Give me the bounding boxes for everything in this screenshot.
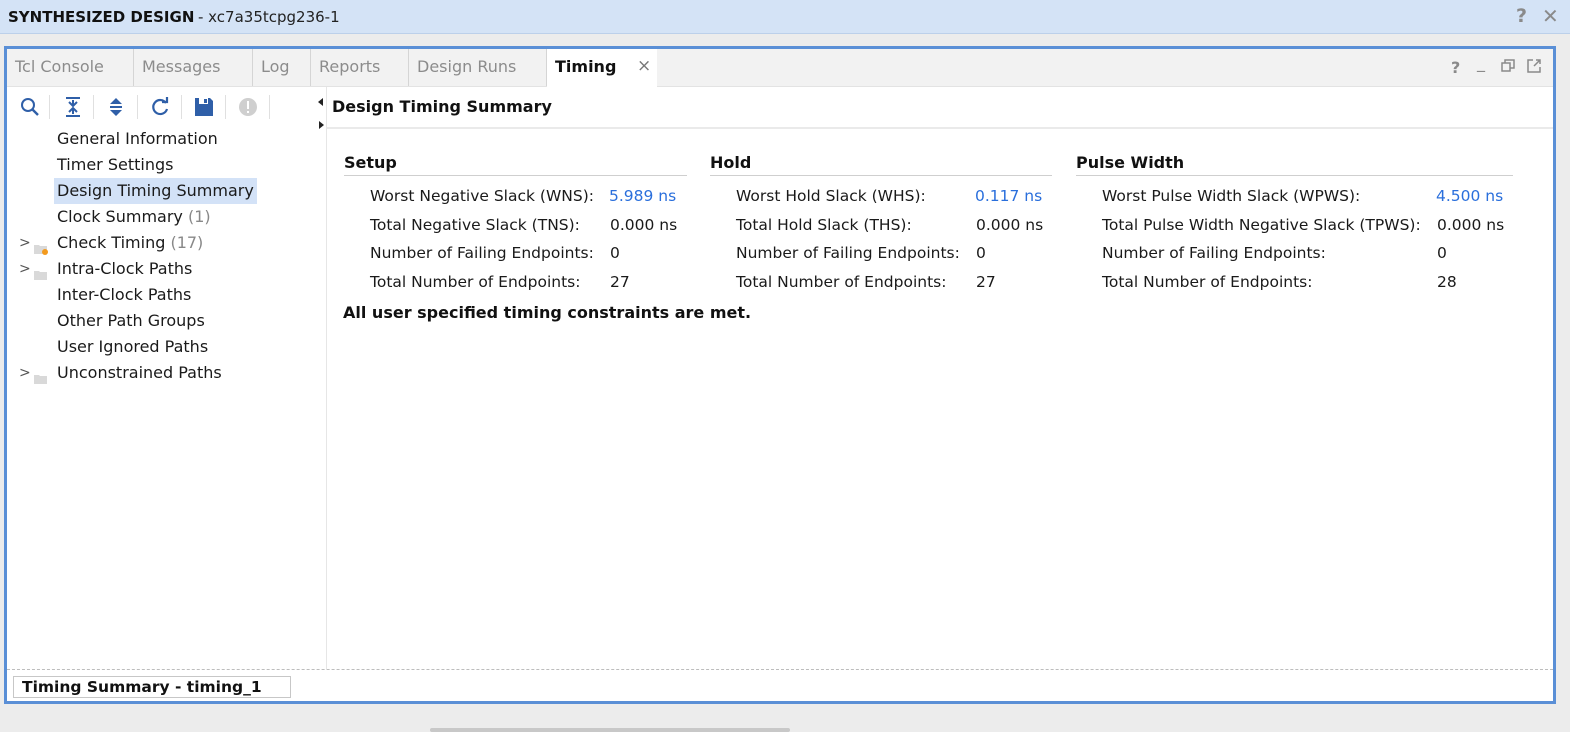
tab-timing-label: Timing (555, 57, 617, 76)
tab-messages[interactable]: Messages (134, 49, 253, 86)
expand-arrow-icon[interactable]: > (19, 360, 31, 386)
tab-reports[interactable]: Reports (311, 49, 409, 86)
whs-label: Worst Hold Slack (WHS): (736, 187, 926, 205)
hold-failing-endpoints-label: Number of Failing Endpoints: (736, 244, 960, 262)
tree-item-label: Design Timing Summary (57, 181, 254, 200)
folder-icon (34, 367, 48, 384)
toolbar-separator (269, 95, 270, 119)
setup-section-title: Setup (344, 153, 397, 172)
tab-bar: Tcl Console Messages Log Reports Design … (7, 49, 1553, 87)
tree-item-label: Clock Summary (57, 207, 183, 226)
tns-label: Total Negative Slack (TNS): (370, 216, 580, 234)
ths-value: 0.000 ns (976, 216, 1044, 234)
hold-section-title: Hold (710, 153, 752, 172)
hold-total-endpoints-label: Total Number of Endpoints: (736, 273, 947, 291)
pulse-width-section-rule (1076, 175, 1513, 176)
tab-close-icon[interactable]: × (637, 49, 651, 84)
title-divider (327, 127, 1553, 129)
bottom-strip (0, 706, 1570, 732)
pulse-failing-endpoints-value: 0 (1437, 244, 1447, 262)
refresh-icon[interactable] (147, 94, 173, 120)
tree-item-user-ignored-paths[interactable]: User Ignored Paths (7, 334, 325, 360)
toolbar-separator (225, 95, 226, 119)
restore-icon[interactable] (1501, 59, 1515, 77)
page-title: Design Timing Summary (332, 97, 552, 116)
tree-item-label: Other Path Groups (57, 311, 205, 330)
ths-label: Total Hold Slack (THS): (736, 216, 912, 234)
timing-tree: General Information Timer Settings Desig… (7, 125, 325, 665)
minimize-icon[interactable]: _ (1477, 53, 1485, 72)
tab-log[interactable]: Log (253, 49, 311, 86)
setup-total-endpoints-value: 27 (610, 273, 630, 291)
float-icon[interactable] (1527, 59, 1541, 77)
expand-arrow-icon[interactable]: > (19, 230, 31, 256)
collapse-all-icon[interactable] (60, 94, 86, 120)
tab-tcl-console[interactable]: Tcl Console (7, 49, 134, 86)
tree-item-label: Unconstrained Paths (57, 363, 222, 382)
setup-total-endpoints-label: Total Number of Endpoints: (370, 273, 581, 291)
toolbar-separator (93, 95, 94, 119)
report-name-field[interactable]: Timing Summary - timing_1 (13, 676, 291, 698)
save-icon[interactable] (191, 94, 217, 120)
wns-value-link[interactable]: 5.989 ns (609, 187, 676, 205)
folder-icon (34, 263, 48, 280)
tree-item-count: (17) (170, 233, 204, 252)
pulse-width-section-title: Pulse Width (1076, 153, 1185, 172)
tree-item-clock-summary[interactable]: Clock Summary (1) (7, 204, 325, 230)
tree-item-design-timing-summary[interactable]: Design Timing Summary (7, 178, 325, 204)
footer-divider (7, 669, 1553, 670)
tree-item-timer-settings[interactable]: Timer Settings (7, 152, 325, 178)
tree-item-label: User Ignored Paths (57, 337, 209, 356)
setup-failing-endpoints-label: Number of Failing Endpoints: (370, 244, 594, 262)
tree-item-label: Intra-Clock Paths (57, 259, 193, 278)
toolbar-separator (49, 95, 50, 119)
window-titlebar: SYNTHESIZED DESIGN - xc7a35tcpg236-1 ? ✕ (0, 0, 1570, 34)
tpws-label: Total Pulse Width Negative Slack (TPWS): (1102, 216, 1421, 234)
info-icon[interactable] (235, 94, 261, 120)
tree-item-check-timing[interactable]: > Check Timing (17) (7, 230, 325, 256)
timing-summary-content: Design Timing Summary Setup Worst Negati… (327, 87, 1553, 667)
horizontal-scrollbar[interactable] (430, 728, 790, 732)
search-icon[interactable] (17, 94, 43, 120)
hold-failing-endpoints-value: 0 (976, 244, 986, 262)
pulse-total-endpoints-label: Total Number of Endpoints: (1102, 273, 1313, 291)
tree-item-unconstrained-paths[interactable]: > Unconstrained Paths (7, 360, 325, 386)
expand-all-icon[interactable] (103, 94, 129, 120)
toolbar-separator (137, 95, 138, 119)
expand-arrow-icon[interactable]: > (19, 256, 31, 282)
close-icon[interactable]: ✕ (1542, 4, 1559, 28)
wpws-value-link[interactable]: 4.500 ns (1436, 187, 1503, 205)
tree-item-general-information[interactable]: General Information (7, 126, 325, 152)
tree-item-label: Check Timing (57, 233, 166, 252)
window-title: SYNTHESIZED DESIGN (8, 8, 195, 26)
folder-warning-icon (34, 237, 48, 255)
window-subtitle: - xc7a35tcpg236-1 (198, 8, 340, 26)
hold-total-endpoints-value: 27 (976, 273, 996, 291)
wns-label: Worst Negative Slack (WNS): (370, 187, 594, 205)
hold-section-rule (710, 175, 1052, 176)
tab-design-runs[interactable]: Design Runs (409, 49, 547, 86)
tab-timing[interactable]: Timing × (547, 49, 657, 87)
tree-item-intra-clock-paths[interactable]: > Intra-Clock Paths (7, 256, 325, 282)
tree-toolbar (7, 87, 325, 125)
pulse-total-endpoints-value: 28 (1437, 273, 1457, 291)
tree-item-count: (1) (187, 207, 211, 226)
tree-item-label: Inter-Clock Paths (57, 285, 192, 304)
tree-item-label: Timer Settings (57, 155, 174, 174)
tns-value: 0.000 ns (610, 216, 678, 234)
tree-item-label: General Information (57, 129, 218, 148)
setup-section-rule (344, 175, 687, 176)
tree-item-inter-clock-paths[interactable]: Inter-Clock Paths (7, 282, 325, 308)
help-icon[interactable]: ? (1516, 5, 1527, 27)
tpws-value: 0.000 ns (1437, 216, 1505, 234)
wpws-label: Worst Pulse Width Slack (WPWS): (1102, 187, 1361, 205)
timing-panel: Tcl Console Messages Log Reports Design … (4, 46, 1556, 704)
toolbar-separator (181, 95, 182, 119)
pulse-failing-endpoints-label: Number of Failing Endpoints: (1102, 244, 1326, 262)
whs-value-link[interactable]: 0.117 ns (975, 187, 1042, 205)
tree-item-other-path-groups[interactable]: Other Path Groups (7, 308, 325, 334)
panel-help-icon[interactable]: ? (1451, 58, 1460, 77)
setup-failing-endpoints-value: 0 (610, 244, 620, 262)
constraints-status-message: All user specified timing constraints ar… (343, 303, 752, 322)
